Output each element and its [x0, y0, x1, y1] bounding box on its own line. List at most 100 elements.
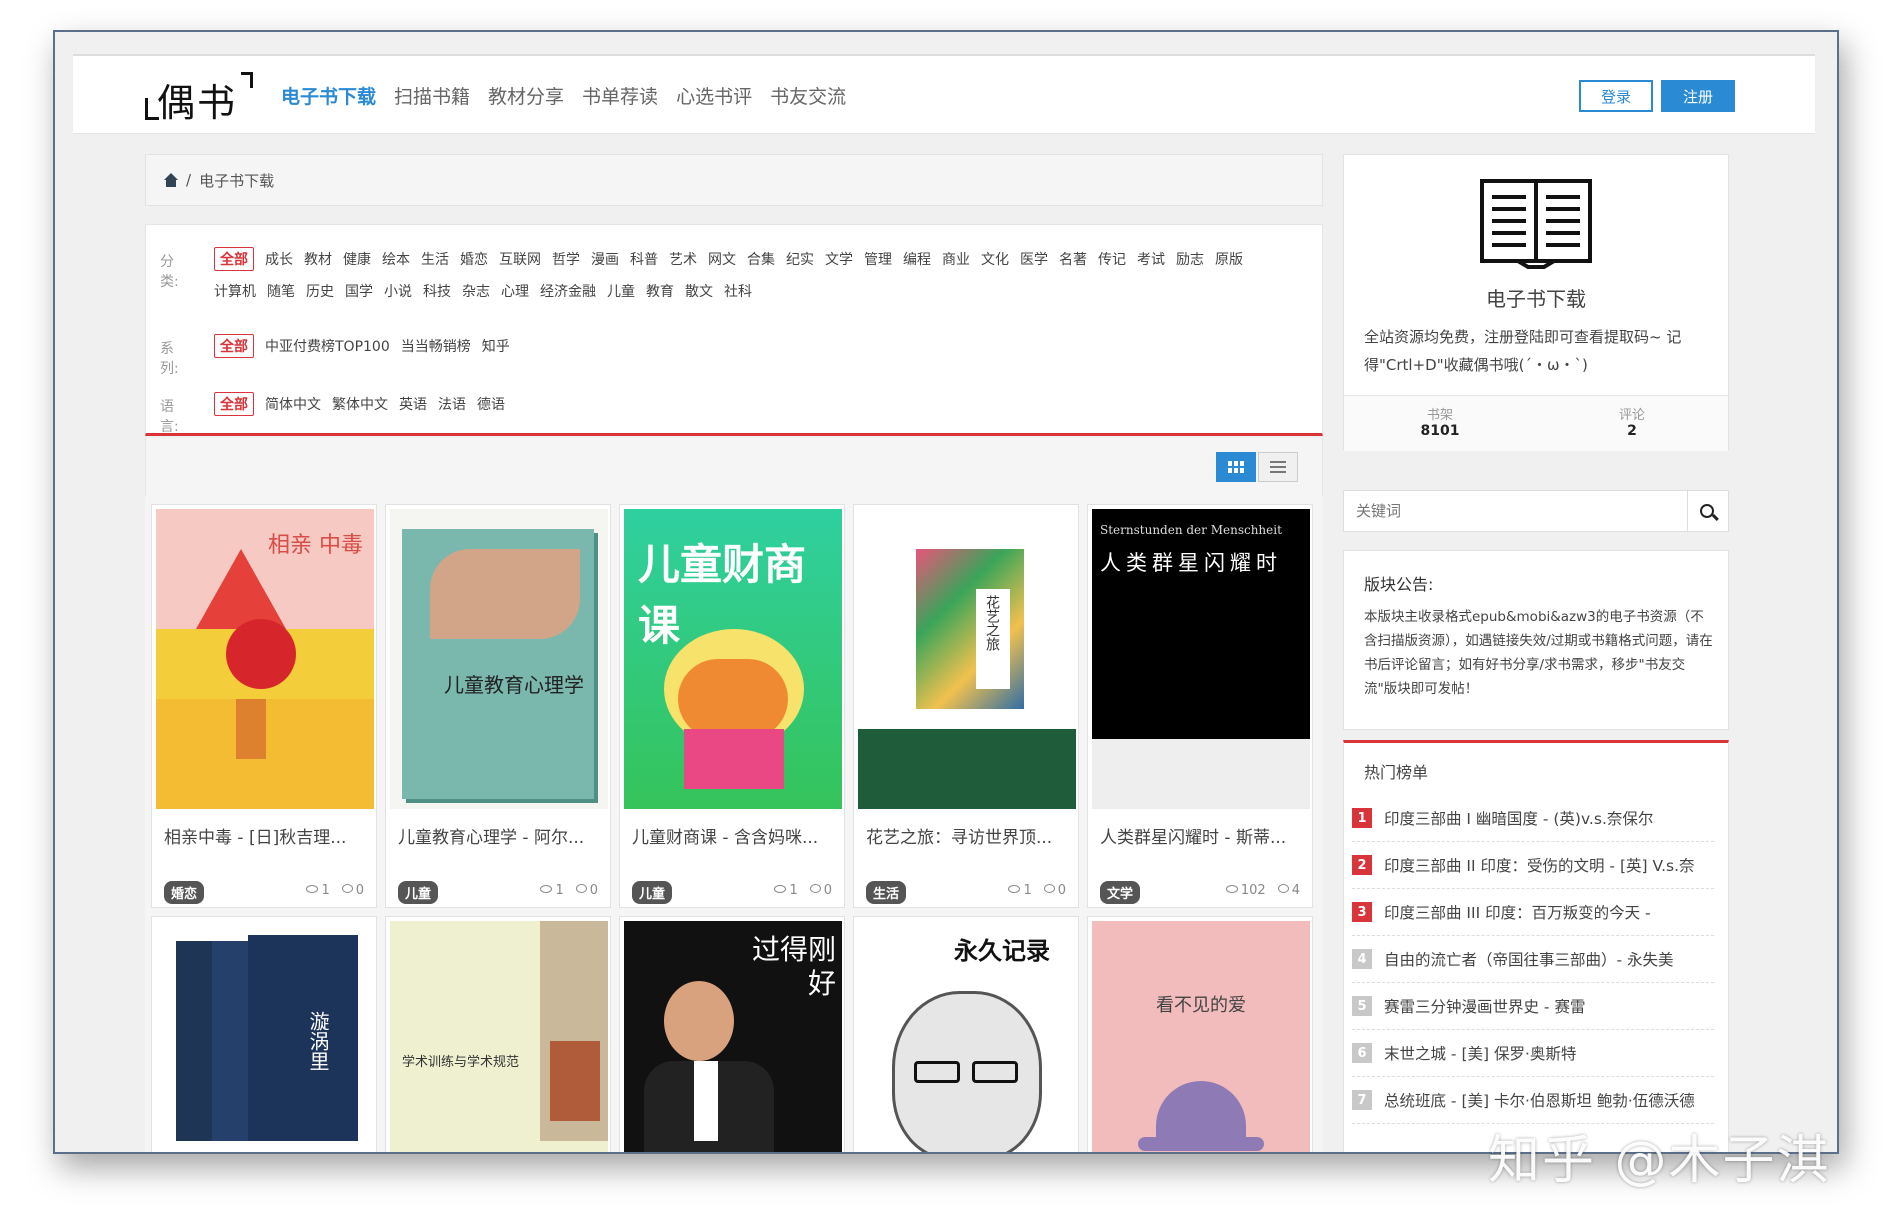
series-tag[interactable]: 当当畅销榜	[401, 334, 471, 358]
category-badge[interactable]: 生活	[866, 881, 907, 904]
nav-community[interactable]: 书友交流	[770, 82, 846, 109]
hot-list-item[interactable]: 4 自由的流亡者（帝国往事三部曲）- 永失美	[1352, 936, 1714, 983]
book-card[interactable]: Sternstunden der Menschheit 人类群星闪耀时人类群星闪耀…	[1087, 504, 1313, 908]
site-logo[interactable]: 偶书	[143, 68, 253, 125]
hot-item-title[interactable]: 印度三部曲 III 印度：百万叛变的今天 -	[1384, 901, 1651, 923]
hot-list-item[interactable]: 2 印度三部曲 II 印度：受伤的文明 - [英] V.s.奈	[1352, 842, 1714, 889]
category-tag[interactable]: 小说	[384, 279, 412, 303]
book-cover[interactable]: 漩涡里	[156, 921, 374, 1152]
category-tag[interactable]: 传记	[1098, 247, 1126, 271]
category-badge[interactable]: 文学	[1100, 881, 1141, 904]
book-card[interactable]: 过得刚好	[619, 916, 845, 1152]
category-tag[interactable]: 社科	[724, 279, 752, 303]
language-tag[interactable]: 德语	[477, 392, 505, 416]
book-cover[interactable]: 相亲 中毒	[156, 509, 374, 809]
hot-list-item[interactable]: 6 末世之城 - [美] 保罗·奥斯特	[1352, 1030, 1714, 1077]
home-icon[interactable]	[164, 173, 178, 187]
category-tag[interactable]: 网文	[708, 247, 736, 271]
book-cover[interactable]: Sternstunden der Menschheit 人类群星闪耀时	[1092, 509, 1310, 809]
nav-reviews[interactable]: 心选书评	[676, 82, 752, 109]
category-tag[interactable]: 合集	[747, 247, 775, 271]
book-title[interactable]: 花艺之旅：寻访世界顶...	[866, 823, 1052, 848]
category-tag[interactable]: 经济金融	[540, 279, 596, 303]
category-tag[interactable]: 科技	[423, 279, 451, 303]
hot-item-title[interactable]: 印度三部曲 I 幽暗国度 - (英)v.s.奈保尔	[1384, 807, 1653, 829]
hot-item-title[interactable]: 自由的流亡者（帝国往事三部曲）- 永失美	[1384, 948, 1674, 970]
category-tag[interactable]: 教育	[646, 279, 674, 303]
category-badge[interactable]: 婚恋	[164, 881, 205, 904]
book-title[interactable]: 人类群星闪耀时 - 斯蒂...	[1100, 823, 1286, 848]
category-tag[interactable]: 励志	[1176, 247, 1204, 271]
search-input[interactable]	[1344, 491, 1688, 531]
category-tag[interactable]: 互联网	[499, 247, 541, 271]
category-tag[interactable]: 纪实	[786, 247, 814, 271]
category-tag[interactable]: 管理	[864, 247, 892, 271]
category-tag[interactable]: 随笔	[267, 279, 295, 303]
category-tag[interactable]: 散文	[685, 279, 713, 303]
category-badge[interactable]: 儿童	[632, 881, 673, 904]
book-card[interactable]: 花艺之旅 花艺之旅：寻访世界顶... 生活 1 0	[853, 504, 1079, 908]
category-tag[interactable]: 漫画	[591, 247, 619, 271]
category-tag[interactable]: 科普	[630, 247, 658, 271]
search-button[interactable]	[1686, 491, 1728, 531]
language-tag[interactable]: 全部	[214, 392, 254, 416]
register-button[interactable]: 注册	[1661, 80, 1735, 112]
book-cover[interactable]: 学术训练与学术规范	[390, 921, 608, 1152]
book-card[interactable]: 永久记录	[853, 916, 1079, 1152]
category-tag[interactable]: 历史	[306, 279, 334, 303]
book-card[interactable]: 漩涡里	[151, 916, 377, 1152]
book-cover[interactable]: 看不见的爱	[1092, 921, 1310, 1152]
breadcrumb-current[interactable]: 电子书下载	[199, 170, 274, 191]
category-tag[interactable]: 全部	[214, 247, 254, 271]
book-card[interactable]: 看不见的爱	[1087, 916, 1313, 1152]
category-tag[interactable]: 商业	[942, 247, 970, 271]
list-view-button[interactable]	[1258, 452, 1298, 482]
hot-list-item[interactable]: 3 印度三部曲 III 印度：百万叛变的今天 -	[1352, 889, 1714, 936]
hot-list-item[interactable]: 5 赛雷三分钟漫画世界史 - 赛雷	[1352, 983, 1714, 1030]
language-tag[interactable]: 法语	[438, 392, 466, 416]
category-tag[interactable]: 心理	[501, 279, 529, 303]
category-badge[interactable]: 儿童	[398, 881, 439, 904]
nav-scanned-books[interactable]: 扫描书籍	[394, 82, 470, 109]
category-tag[interactable]: 艺术	[669, 247, 697, 271]
hot-item-title[interactable]: 总统班底 - [美] 卡尔·伯恩斯坦 鲍勃·伍德沃德	[1384, 1089, 1695, 1111]
series-tag[interactable]: 全部	[214, 334, 254, 358]
category-tag[interactable]: 婚恋	[460, 247, 488, 271]
category-tag[interactable]: 健康	[343, 247, 371, 271]
grid-view-button[interactable]	[1216, 452, 1256, 482]
category-tag[interactable]: 编程	[903, 247, 931, 271]
series-tag[interactable]: 中亚付费榜TOP100	[265, 334, 390, 358]
category-tag[interactable]: 教材	[304, 247, 332, 271]
hot-list-item[interactable]: 1 印度三部曲 I 幽暗国度 - (英)v.s.奈保尔	[1352, 795, 1714, 842]
language-tag[interactable]: 简体中文	[265, 392, 321, 416]
book-card[interactable]: 相亲 中毒 相亲中毒 - [日]秋吉理... 婚恋 1 0	[151, 504, 377, 908]
hot-item-title[interactable]: 赛雷三分钟漫画世界史 - 赛雷	[1384, 995, 1585, 1017]
category-tag[interactable]: 原版	[1215, 247, 1243, 271]
category-tag[interactable]: 哲学	[552, 247, 580, 271]
category-tag[interactable]: 杂志	[462, 279, 490, 303]
category-tag[interactable]: 医学	[1020, 247, 1048, 271]
category-tag[interactable]: 成长	[265, 247, 293, 271]
language-tag[interactable]: 英语	[399, 392, 427, 416]
category-tag[interactable]: 考试	[1137, 247, 1165, 271]
hot-item-title[interactable]: 末世之城 - [美] 保罗·奥斯特	[1384, 1042, 1576, 1064]
series-tag[interactable]: 知乎	[482, 334, 510, 358]
book-title[interactable]: 相亲中毒 - [日]秋吉理...	[164, 823, 346, 848]
book-cover[interactable]: 花艺之旅	[858, 509, 1076, 809]
category-tag[interactable]: 名著	[1059, 247, 1087, 271]
category-tag[interactable]: 生活	[421, 247, 449, 271]
book-card[interactable]: 儿童财商课 儿童财商课 - 含含妈咪... 儿童 1 0	[619, 504, 845, 908]
book-title[interactable]: 儿童教育心理学 - 阿尔...	[398, 823, 584, 848]
language-tag[interactable]: 繁体中文	[332, 392, 388, 416]
hot-list-item[interactable]: 7 总统班底 - [美] 卡尔·伯恩斯坦 鲍勃·伍德沃德	[1352, 1077, 1714, 1124]
category-tag[interactable]: 儿童	[607, 279, 635, 303]
login-button[interactable]: 登录	[1579, 80, 1653, 112]
category-tag[interactable]: 计算机	[214, 279, 256, 303]
book-cover[interactable]: 儿童财商课	[624, 509, 842, 809]
nav-booklist[interactable]: 书单荐读	[582, 82, 658, 109]
book-card[interactable]: 学术训练与学术规范	[385, 916, 611, 1152]
book-cover[interactable]: 儿童教育心理学	[390, 509, 608, 809]
hot-item-title[interactable]: 印度三部曲 II 印度：受伤的文明 - [英] V.s.奈	[1384, 854, 1695, 876]
category-tag[interactable]: 文化	[981, 247, 1009, 271]
category-tag[interactable]: 国学	[345, 279, 373, 303]
